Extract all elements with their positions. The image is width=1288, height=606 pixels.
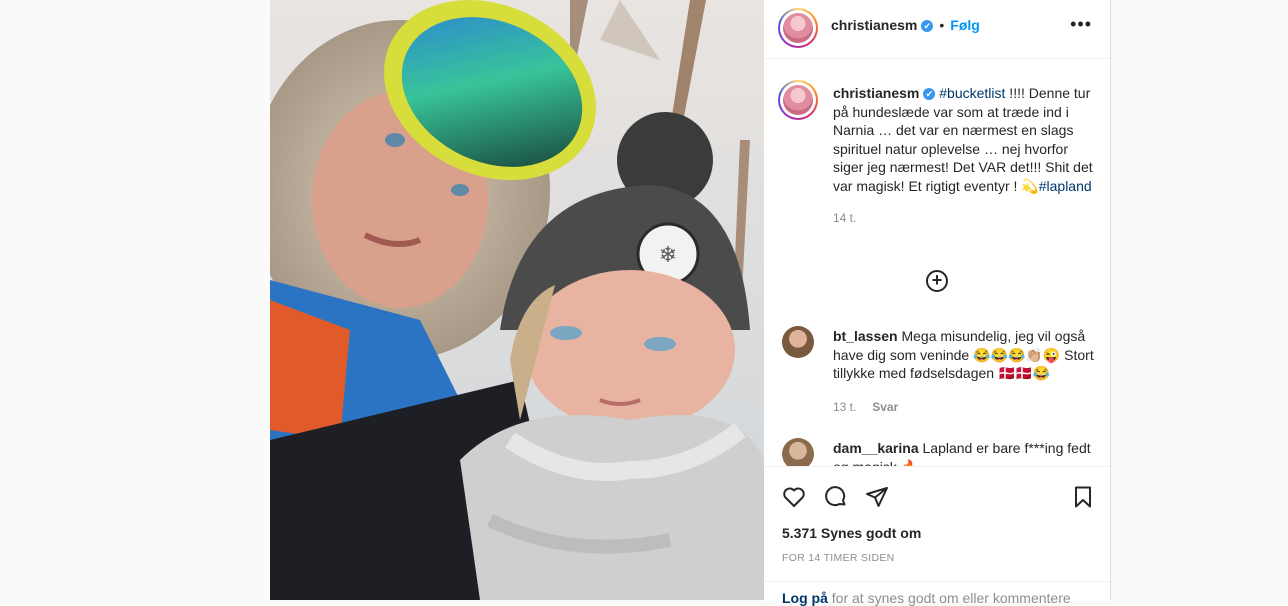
post-header: christianesm ✔ • Følg ••• bbox=[764, 0, 1110, 59]
separator-dot: • bbox=[939, 17, 945, 33]
login-prompt: Log på for at synes godt om eller kommen… bbox=[764, 581, 1110, 606]
share-icon[interactable] bbox=[865, 485, 889, 509]
comment-meta: 13 t. Svar bbox=[833, 397, 1095, 417]
caption-username[interactable]: christianesm bbox=[833, 85, 919, 101]
comment: dam__karina Lapland er bare f***ing fedt… bbox=[833, 439, 1095, 466]
follow-button[interactable]: Følg bbox=[950, 17, 980, 33]
bookmark-icon[interactable] bbox=[1071, 485, 1095, 509]
selfie-image: ❄ bbox=[270, 0, 764, 600]
author-line: christianesm ✔ • Følg bbox=[831, 17, 980, 35]
comment-username[interactable]: dam__karina bbox=[833, 440, 919, 456]
caption-time[interactable]: 14 t. bbox=[833, 209, 1095, 228]
comment-icon[interactable] bbox=[824, 485, 848, 509]
author-avatar[interactable] bbox=[778, 8, 818, 48]
comment-username[interactable]: bt_lassen bbox=[833, 328, 898, 344]
commenter-avatar[interactable] bbox=[782, 438, 814, 466]
login-prompt-text: for at synes godt om eller kommentere bbox=[827, 590, 1071, 606]
hashtag-lapland[interactable]: #lapland bbox=[1039, 178, 1092, 194]
verified-badge-icon: ✔ bbox=[921, 19, 934, 32]
commenter-avatar[interactable] bbox=[782, 326, 814, 358]
caption: christianesm ✔ #bucketlist !!!! Denne tur… bbox=[833, 84, 1095, 228]
verified-badge-icon: ✔ bbox=[923, 88, 936, 101]
likes-count[interactable]: 5.371 Synes godt om bbox=[782, 525, 921, 541]
caption-avatar[interactable] bbox=[778, 80, 818, 120]
hashtag-bucketlist[interactable]: #bucketlist bbox=[939, 85, 1005, 101]
comment: bt_lassen Mega misundelig, jeg vil også … bbox=[833, 327, 1095, 416]
heart-icon[interactable] bbox=[782, 485, 806, 509]
comment-time[interactable]: 13 t. bbox=[833, 400, 856, 414]
svg-text:❄: ❄ bbox=[659, 243, 677, 268]
plus-circle-icon[interactable]: + bbox=[926, 270, 948, 292]
more-options-icon[interactable]: ••• bbox=[1070, 14, 1092, 35]
actions-bar: 5.371 Synes godt om FOR 14 TIMER SIDEN L… bbox=[764, 466, 1110, 606]
comment-clip: dam__karina Lapland er bare f***ing fedt… bbox=[764, 430, 1110, 466]
reply-button[interactable]: Svar bbox=[872, 400, 898, 414]
author-username[interactable]: christianesm bbox=[831, 17, 917, 33]
login-link[interactable]: Log på bbox=[782, 590, 828, 606]
post-time[interactable]: FOR 14 TIMER SIDEN bbox=[782, 552, 895, 564]
post-photo[interactable]: ❄ › bbox=[270, 0, 764, 600]
post-panel: christianesm ✔ • Følg ••• christianesm ✔ #bu… bbox=[764, 0, 1111, 606]
